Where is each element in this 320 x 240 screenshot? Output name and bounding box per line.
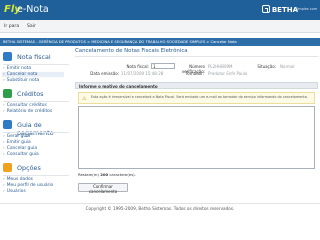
divider (3, 132, 69, 133)
arrow-icon: › (3, 134, 5, 139)
motivo-textarea[interactable] (78, 106, 315, 169)
arrow-icon: › (3, 109, 5, 114)
page-title: Cancelamento de Notas Fiscais Eletrônica (75, 48, 188, 54)
document-icon (3, 52, 12, 61)
arrow-icon: › (3, 177, 5, 182)
sidebar-item-consultar-guia[interactable]: › Consultar guia (3, 152, 39, 157)
divider (0, 203, 320, 204)
data-emissao-value: 11/07/2009 15:48:28 (121, 71, 164, 76)
sidebar-item-usuarios[interactable]: › Usuários (3, 189, 26, 194)
sidebar-item-label: Relatório de créditos (6, 109, 53, 114)
warning-icon: ⚠ (82, 96, 87, 102)
divider (75, 56, 318, 57)
menu-sair[interactable]: Sair (27, 24, 36, 29)
arrow-icon: › (3, 146, 5, 151)
betha-tagline: Simples com (295, 7, 317, 11)
menu-ir-para[interactable]: Ir para (4, 24, 19, 29)
arrow-icon: › (3, 189, 5, 194)
sidebar-item-relatorio-creditos[interactable]: › Relatório de créditos (3, 109, 52, 114)
sidebar-item-meu-perfil[interactable]: › Meu perfil de usuário (3, 183, 53, 188)
sidebar-item-label: Substituir nota (6, 78, 40, 83)
section-title[interactable]: Nota fiscal (17, 53, 51, 61)
panel-title: Informe o motivo do cancelamento (79, 84, 158, 89)
arrow-icon: › (3, 72, 5, 77)
arrow-icon: › (3, 78, 5, 83)
counter-prefix: Restam(m) (78, 172, 99, 177)
options-icon (3, 163, 12, 172)
divider (3, 101, 69, 102)
sidebar-item-emitir-nota[interactable]: › Emitir nota (3, 66, 31, 71)
product-name: e-Nota (17, 4, 49, 15)
data-emissao-label: Data emissão: (90, 71, 119, 76)
divider (3, 64, 69, 65)
warning-alert: ⚠ Esta ação é irreversível e cancelará a… (78, 92, 315, 104)
breadcrumb[interactable]: BETHA SISTEMAS - GERÊNCIA DE PRODUTOS > … (3, 40, 237, 44)
app-header: Fly e-Nota BETHA Simples com (0, 0, 320, 20)
situacao-value: Normal (280, 64, 295, 69)
sidebar-item-label: Cancelar guia (6, 146, 38, 151)
confirm-cancel-button[interactable]: Confirmar cancelamento (78, 183, 128, 194)
sidebar: Nota fiscal › Emitir nota › Cancelar nota … (0, 48, 71, 213)
motivo-panel-header: Informe o motivo do cancelamento (75, 82, 318, 89)
credits-icon (3, 89, 12, 98)
sidebar-item-substituir-nota[interactable]: › Substituir nota (3, 78, 39, 83)
sidebar-item-label: Cancelar nota (6, 72, 38, 77)
sidebar-item-emitir-guia[interactable]: › Emitir guia (3, 140, 31, 145)
sidebar-item-label: Meu perfil de usuário (6, 183, 54, 188)
main-content: Cancelamento de Notas Fiscais Eletrônica… (75, 48, 318, 208)
tomador-value: Produtor Enfe Paulo (208, 71, 248, 76)
char-counter: Restam(m) 200 caractere(es). (78, 172, 136, 177)
sidebar-item-label: Usuários (6, 189, 26, 194)
nota-fiscal-label: Nota fiscal: (126, 64, 149, 69)
sidebar-item-gerar-guia[interactable]: › Gerar guia (3, 134, 30, 139)
footer-copyright: Copyright © 1995-2009, Betha Sistemas. T… (85, 206, 235, 211)
counter-suffix: caractere(es). (109, 172, 136, 177)
sidebar-item-cancelar-guia[interactable]: › Cancelar guia (3, 146, 37, 151)
alert-text: Esta ação é irreversível e cancelará a N… (91, 95, 308, 99)
payment-guide-icon (3, 120, 12, 129)
arrow-icon: › (3, 103, 5, 108)
sidebar-item-label: Gerar guia (6, 134, 31, 139)
situacao-label: Situação: (257, 64, 276, 69)
sidebar-item-consultar-creditos[interactable]: › Consultar créditos (3, 103, 47, 108)
arrow-icon: › (3, 140, 5, 145)
sidebar-item-label: Consultar guia (6, 152, 39, 157)
sidebar-item-label: Consultar créditos (6, 103, 47, 108)
numero-verificacao-value: PL2HHB09M (208, 64, 233, 69)
arrow-icon: › (3, 152, 5, 157)
arrow-icon: › (3, 66, 5, 71)
sidebar-item-label: Meus dados (6, 177, 33, 182)
arrow-icon: › (3, 183, 5, 188)
divider (3, 175, 69, 176)
sidebar-item-cancelar-nota[interactable]: › Cancelar nota (2, 72, 64, 77)
section-title[interactable]: Opções (17, 164, 41, 172)
sidebar-item-label: Emitir nota (6, 66, 32, 71)
menu-bar: Ir para Sair (0, 20, 320, 33)
sidebar-item-meus-dados[interactable]: › Meus dados (3, 177, 33, 182)
breadcrumb-bar: BETHA SISTEMAS - GERÊNCIA DE PRODUTOS > … (0, 38, 320, 46)
section-title[interactable]: Créditos (17, 90, 43, 98)
counter-value: 200 (100, 172, 109, 177)
sidebar-item-label: Emitir guia (6, 140, 31, 145)
tomador-label: Tomador: (185, 71, 204, 76)
nota-fiscal-value: 1 (153, 64, 156, 69)
betha-logo-icon (262, 5, 270, 13)
betha-brand: BETHA (271, 6, 298, 14)
